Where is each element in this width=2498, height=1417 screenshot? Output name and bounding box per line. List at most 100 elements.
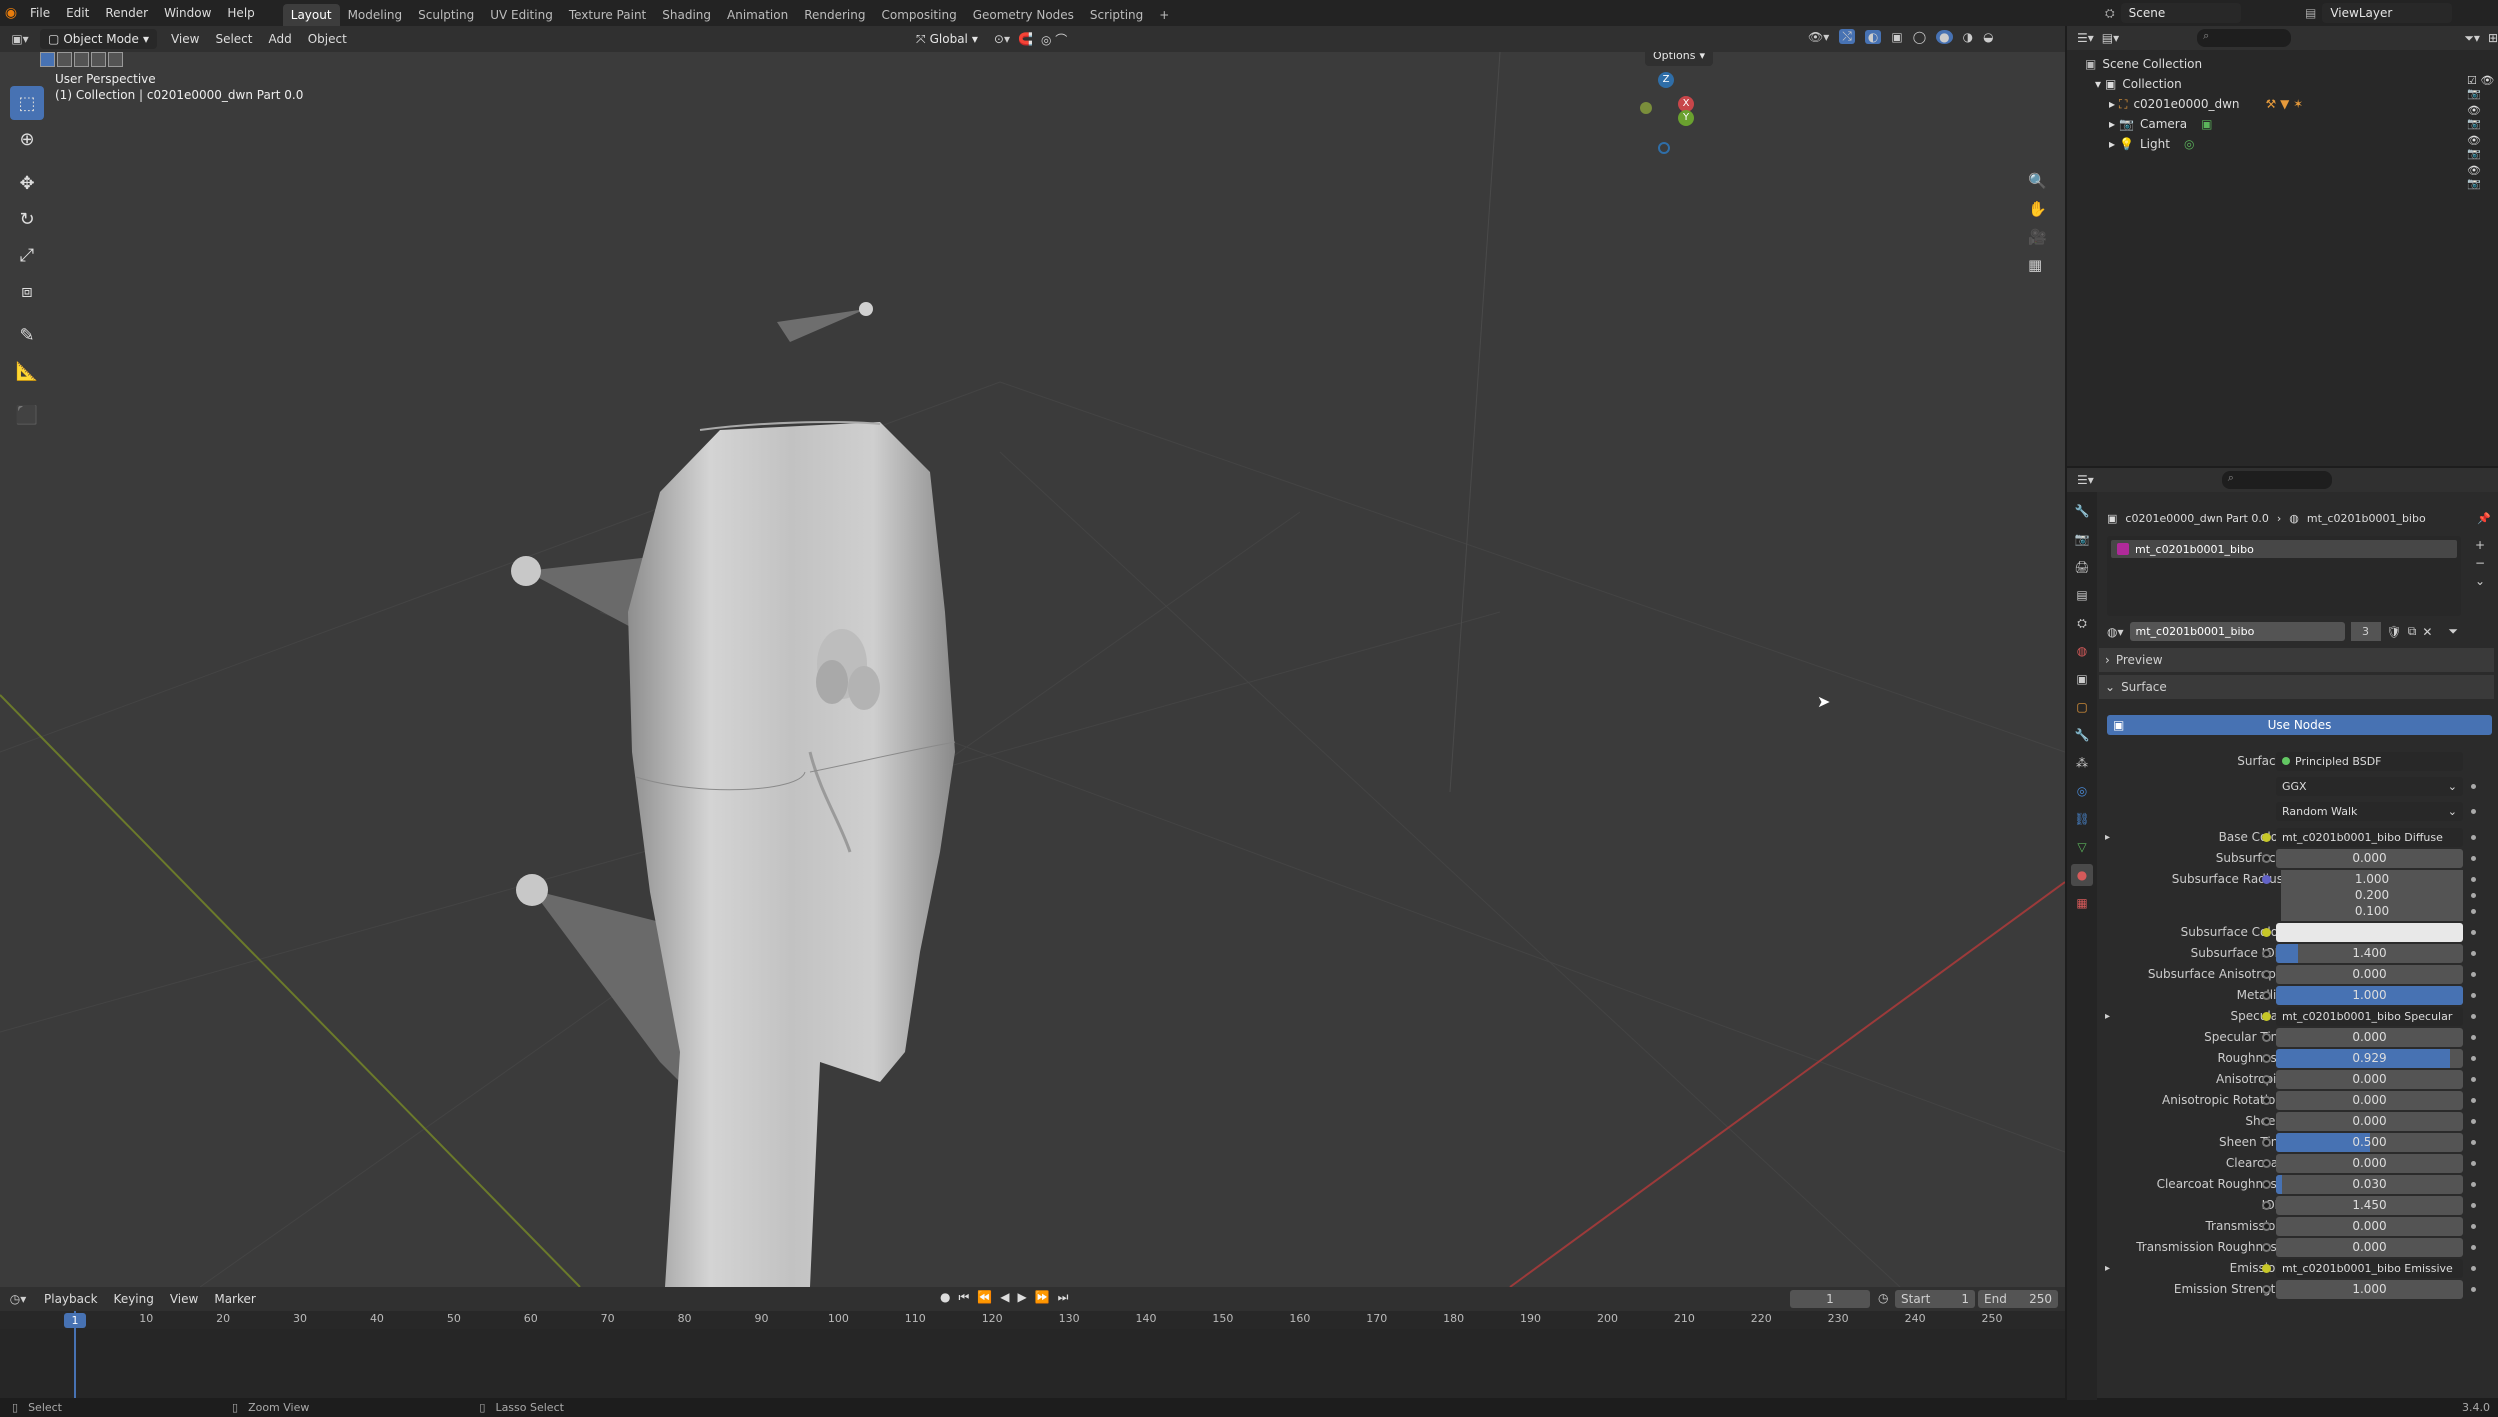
add-cube-tool-icon[interactable]: ⬛ <box>10 398 44 432</box>
keyframe-dot-icon[interactable] <box>2471 1055 2476 1061</box>
keyframe-dot-icon[interactable] <box>2471 1034 2476 1040</box>
keyframe-dot-icon[interactable] <box>2471 908 2476 914</box>
zoom-icon[interactable]: 🔍 <box>2028 172 2047 190</box>
pin-icon[interactable]: 📌 <box>2477 512 2491 525</box>
scale-tool-icon[interactable]: ⤢ <box>10 238 44 272</box>
value-socket-icon[interactable] <box>2262 1284 2271 1294</box>
value-socket-icon[interactable] <box>2262 853 2271 863</box>
tool-tab-icon[interactable]: 🔧 <box>2071 500 2093 522</box>
new-collection-icon[interactable]: ⊞ <box>2488 31 2498 45</box>
value-socket-icon[interactable] <box>2262 969 2271 979</box>
3d-viewport[interactable]: ⬚ ⊕ ✥ ↻ ⤢ ⧈ ✎ 📐 ⬛ User Perspective (1) C… <box>0 52 2065 1287</box>
xray-icon[interactable]: ▣ <box>1891 30 1902 44</box>
outliner-search-input[interactable]: ⌕ <box>2197 29 2292 47</box>
item-2-eye-icon[interactable]: 👁 📷 <box>2467 164 2498 190</box>
outliner-collection[interactable]: ▾ ▣ Collection <box>2085 74 2498 94</box>
material-name-field[interactable]: mt_c0201b0001_bibo <box>2129 622 2345 641</box>
view-layer-selector[interactable]: ViewLayer <box>2322 3 2453 23</box>
menu-timeline-view[interactable]: View <box>162 1292 206 1306</box>
pivot-icon[interactable]: ⊙▾ <box>994 32 1010 46</box>
expand-icon[interactable]: ▸ <box>2105 1011 2110 1022</box>
object-tab-icon[interactable]: ▢ <box>2071 696 2093 718</box>
keyframe-dot-icon[interactable] <box>2471 1076 2476 1082</box>
linked-node-field[interactable]: mt_c0201b0001_bibo Specular <box>2276 1006 2463 1026</box>
value-slider[interactable]: 0.929 <box>2276 1048 2463 1068</box>
outliner-item-light[interactable]: ▸ 💡 Light ◎ <box>2085 134 2498 154</box>
play-icon[interactable]: ▶ <box>1017 1290 1026 1305</box>
tab-uv-editing[interactable]: UV Editing <box>482 4 561 26</box>
tab-sculpting[interactable]: Sculpting <box>410 4 482 26</box>
menu-window[interactable]: Window <box>156 0 219 26</box>
expand-icon[interactable]: ▸ <box>2105 1263 2110 1274</box>
tab-modeling[interactable]: Modeling <box>340 4 411 26</box>
value-slider[interactable]: 0.000 <box>2276 1090 2463 1110</box>
tab-texture-paint[interactable]: Texture Paint <box>561 4 654 26</box>
slot-menu-icon[interactable]: ⌄ <box>2475 574 2485 588</box>
display-mode-icon[interactable]: ▤▾ <box>2102 31 2119 45</box>
value-socket-icon[interactable] <box>2262 1053 2271 1063</box>
value-socket-icon[interactable] <box>2262 1200 2271 1210</box>
fake-user-icon[interactable]: 🛡 <box>2387 625 2402 639</box>
outliner-item-c0201e0000-dwn[interactable]: ▸ ⛶ c0201e0000_dwn ⚒ ▼ ✶ <box>2085 94 2498 114</box>
menu-file[interactable]: File <box>22 0 58 26</box>
outliner-editor-icon[interactable]: ☰▾ <box>2077 31 2094 45</box>
keyframe-dot-icon[interactable] <box>2471 1139 2476 1145</box>
snap-icon[interactable]: 🧲 <box>1018 32 1033 46</box>
value-slider[interactable]: 0.500 <box>2276 1132 2463 1152</box>
menu-edit[interactable]: Edit <box>58 0 97 26</box>
value-slider[interactable]: 0.000 <box>2276 1216 2463 1236</box>
color-socket-icon[interactable] <box>2262 832 2271 842</box>
keyframe-dot-icon[interactable] <box>2471 1160 2476 1166</box>
start-frame-field[interactable]: Start 1 <box>1895 1290 1975 1308</box>
value-slider[interactable]: 0.000 <box>2276 1237 2463 1257</box>
tab-layout[interactable]: Layout <box>282 4 340 26</box>
blender-logo-icon[interactable]: ◉ <box>0 5 22 21</box>
value-slider[interactable]: 0.000 <box>2276 848 2463 868</box>
outliner-item-camera[interactable]: ▸ 📷 Camera ▣ <box>2085 114 2498 134</box>
gizmo-z-axis[interactable]: Z <box>1658 72 1674 88</box>
jump-end-icon[interactable]: ⏭ <box>1058 1290 1069 1305</box>
menu-keying[interactable]: Keying <box>106 1292 162 1306</box>
mode-selector[interactable]: ▢ Object Mode ▾ <box>40 29 157 49</box>
visibility-icon[interactable]: 👁▾ <box>1808 30 1829 44</box>
navigation-gizmo[interactable]: Z X Y <box>1630 72 1700 162</box>
linked-node-field[interactable]: mt_c0201b0001_bibo Emissive <box>2276 1258 2463 1278</box>
tab-animation[interactable]: Animation <box>719 4 796 26</box>
color-swatch[interactable] <box>2276 922 2463 942</box>
end-frame-field[interactable]: End 250 <box>1978 1290 2058 1308</box>
current-frame-field[interactable]: 1 <box>1790 1290 1870 1308</box>
keyframe-dot-icon[interactable] <box>2471 992 2476 998</box>
select-new-icon[interactable] <box>40 52 55 67</box>
keyframe-dot-icon[interactable] <box>2471 1118 2476 1124</box>
measure-tool-icon[interactable]: 📐 <box>10 354 44 388</box>
menu-help[interactable]: Help <box>219 0 262 26</box>
transform-tool-icon[interactable]: ⧈ <box>10 274 44 308</box>
proportional-edit-icon[interactable]: ◎ ⌒ <box>1041 31 1067 48</box>
shading-material-icon[interactable]: ◑ <box>1963 30 1973 44</box>
surface-shader-field[interactable]: Principled BSDF <box>2276 751 2463 771</box>
collection-tab-icon[interactable]: ▣ <box>2071 668 2093 690</box>
value-socket-icon[interactable] <box>2262 1095 2271 1105</box>
value-socket-icon[interactable] <box>2262 1242 2271 1252</box>
value-socket-icon[interactable] <box>2262 874 2271 884</box>
menu-object[interactable]: Object <box>300 32 355 46</box>
mesh-object[interactable] <box>628 421 956 1287</box>
move-tool-icon[interactable]: ✥ <box>10 166 44 200</box>
add-workspace-icon[interactable]: + <box>1151 4 1177 26</box>
value-slider[interactable]: 0.000 <box>2276 1069 2463 1089</box>
distribution-dropdown[interactable]: GGX ⌄ <box>2276 776 2463 796</box>
material-slot-item[interactable]: mt_c0201b0001_bibo <box>2111 540 2457 558</box>
value-slider[interactable]: 0.100 <box>2281 901 2463 921</box>
value-slider[interactable]: 0.000 <box>2276 964 2463 984</box>
keyframe-dot-icon[interactable] <box>2471 1223 2476 1229</box>
prev-key-icon[interactable]: ⏪ <box>977 1290 992 1305</box>
options-button[interactable]: Options ▾ <box>1645 52 1713 66</box>
gizmo-toggle-icon[interactable]: ⤭ <box>1839 29 1855 44</box>
value-socket-icon[interactable] <box>2262 1179 2271 1189</box>
panel-preview[interactable]: › Preview <box>2099 648 2494 672</box>
keyframe-dot-icon[interactable] <box>2471 855 2476 861</box>
shading-wireframe-icon[interactable]: ◯ <box>1913 30 1926 44</box>
menu-select[interactable]: Select <box>207 32 260 46</box>
timeline-editor-icon[interactable]: ◷▾ <box>0 1292 36 1306</box>
editor-type-icon[interactable]: ▣▾ <box>0 32 40 46</box>
